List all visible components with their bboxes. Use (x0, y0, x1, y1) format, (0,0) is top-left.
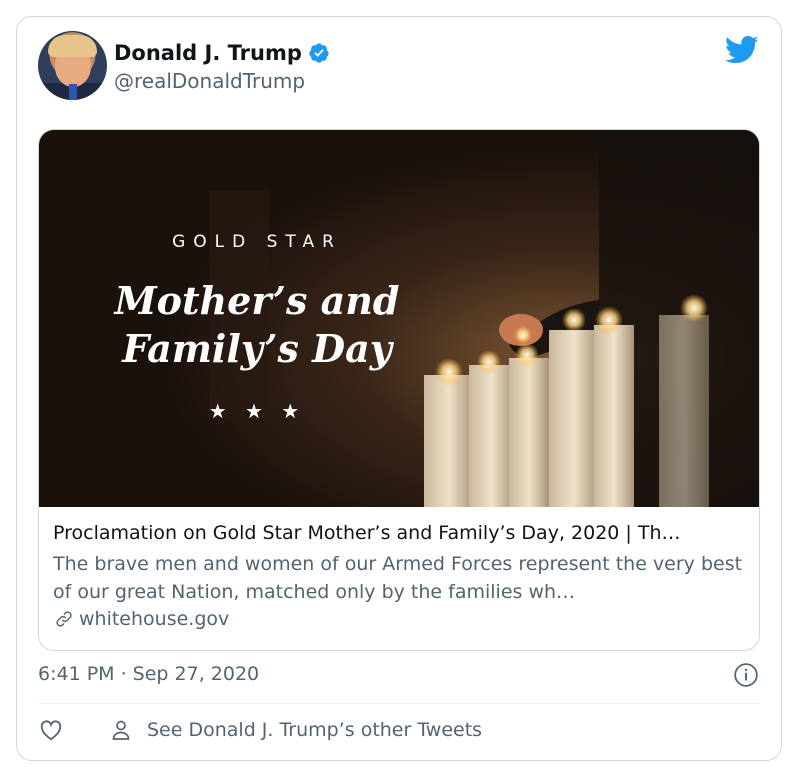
image-kicker: GOLD STAR (172, 232, 342, 252)
avatar[interactable] (38, 31, 107, 100)
link-icon (56, 611, 72, 627)
see-other-tweets-link[interactable]: See Donald J. Trump’s other Tweets (147, 719, 482, 741)
tweet-timestamp[interactable]: 6:41 PM · Sep 27, 2020 (38, 663, 259, 685)
card-title[interactable]: Proclamation on Gold Star Mother’s and F… (53, 520, 747, 546)
image-stars: ★ ★ ★ (209, 399, 306, 423)
link-preview-card[interactable]: GOLD STAR Mother’s and Family’s Day ★ ★ … (38, 129, 760, 651)
verified-badge-icon (309, 43, 329, 63)
user-icon[interactable] (109, 718, 133, 742)
author-name-row[interactable]: Donald J. Trump (114, 41, 330, 65)
author-handle[interactable]: @realDonaldTrump (114, 69, 305, 93)
divider (38, 703, 760, 704)
author-name[interactable]: Donald J. Trump (114, 41, 302, 65)
card-image[interactable]: GOLD STAR Mother’s and Family’s Day ★ ★ … (39, 130, 759, 507)
card-image-graphic: GOLD STAR Mother’s and Family’s Day ★ ★ … (39, 130, 759, 507)
image-headline-line2: Family’s Day (121, 326, 395, 371)
card-domain-row[interactable]: whitehouse.gov (53, 608, 747, 630)
avatar-hair (48, 35, 97, 57)
twitter-bird-icon[interactable] (725, 35, 759, 65)
info-icon[interactable] (733, 662, 759, 688)
card-description: The brave men and women of our Armed For… (53, 553, 743, 603)
card-text[interactable]: Proclamation on Gold Star Mother’s and F… (53, 520, 747, 630)
avatar-tie (69, 84, 77, 100)
image-headline-line1: Mother’s and (113, 278, 400, 323)
tweet-card[interactable]: Donald J. Trump @realDonaldTrump GOLD ST… (16, 16, 782, 761)
card-domain[interactable]: whitehouse.gov (79, 608, 229, 630)
action-bar: See Donald J. Trump’s other Tweets (38, 717, 482, 743)
heart-icon[interactable] (38, 717, 64, 743)
